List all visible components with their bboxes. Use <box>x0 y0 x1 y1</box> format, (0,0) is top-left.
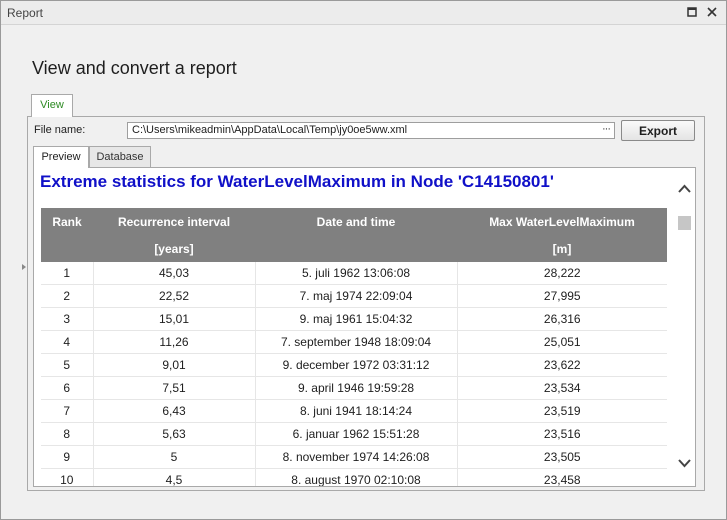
table-row: 6 7,51 9. april 1946 19:59:28 23,534 <box>41 376 667 400</box>
cell-max: 23,519 <box>456 399 667 423</box>
cell-recurrence: 5 <box>92 445 255 469</box>
cell-datetime: 5. juli 1962 13:06:08 <box>254 262 457 285</box>
table-row: 5 9,01 9. december 1972 03:31:12 23,622 <box>41 353 667 377</box>
cell-recurrence: 15,01 <box>92 307 255 331</box>
table-header-row: Rank Recurrence interval Date and time M… <box>41 208 667 235</box>
header-rank: Rank <box>41 208 93 235</box>
unit-recurrence: [years] <box>93 235 255 262</box>
cell-datetime: 8. november 1974 14:26:08 <box>254 445 457 469</box>
table-row: 1 45,03 5. juli 1962 13:06:08 28,222 <box>41 262 667 285</box>
unit-rank <box>41 235 93 262</box>
table-row: 3 15,01 9. maj 1961 15:04:32 26,316 <box>41 307 667 331</box>
page-title: View and convert a report <box>32 58 237 78</box>
cell-rank: 7 <box>41 399 93 423</box>
cell-recurrence: 6,43 <box>92 399 255 423</box>
unit-max: [m] <box>457 235 667 262</box>
cell-rank: 10 <box>41 468 93 486</box>
cell-recurrence: 11,26 <box>92 330 255 354</box>
cell-max: 23,534 <box>456 376 667 400</box>
cell-datetime: 7. maj 1974 22:09:04 <box>254 284 457 308</box>
tab-database[interactable]: Database <box>89 146 151 167</box>
tab-preview[interactable]: Preview <box>33 146 89 168</box>
cell-rank: 8 <box>41 422 93 446</box>
cell-datetime: 9. december 1972 03:31:12 <box>254 353 457 377</box>
report-title: Extreme statistics for WaterLevelMaximum… <box>40 172 554 191</box>
cell-max: 28,222 <box>456 262 667 285</box>
cell-datetime: 6. januar 1962 15:51:28 <box>254 422 457 446</box>
cell-max: 23,516 <box>456 422 667 446</box>
cell-rank: 9 <box>41 445 93 469</box>
table-row: 8 5,63 6. januar 1962 15:51:28 23,516 <box>41 422 667 446</box>
cell-rank: 1 <box>41 262 93 285</box>
cell-recurrence: 22,52 <box>92 284 255 308</box>
file-name-label: File name: <box>34 124 86 136</box>
cell-datetime: 7. september 1948 18:09:04 <box>254 330 457 354</box>
cell-recurrence: 9,01 <box>92 353 255 377</box>
cell-rank: 6 <box>41 376 93 400</box>
cell-max: 25,051 <box>456 330 667 354</box>
cell-rank: 5 <box>41 353 93 377</box>
cell-recurrence: 45,03 <box>92 262 255 285</box>
table-row: 9 5 8. november 1974 14:26:08 23,505 <box>41 445 667 469</box>
scrollbar-thumb[interactable] <box>678 216 691 230</box>
cell-datetime: 9. april 1946 19:59:28 <box>254 376 457 400</box>
cell-rank: 2 <box>41 284 93 308</box>
cell-max: 23,505 <box>456 445 667 469</box>
tab-view[interactable]: View <box>31 94 73 117</box>
cell-max: 23,458 <box>456 468 667 486</box>
cell-datetime: 8. juni 1941 18:14:24 <box>254 399 457 423</box>
table-row: 7 6,43 8. juni 1941 18:14:24 23,519 <box>41 399 667 423</box>
file-name-field[interactable] <box>127 122 615 139</box>
title-bar: Report <box>1 1 726 25</box>
cell-recurrence: 7,51 <box>92 376 255 400</box>
cell-rank: 3 <box>41 307 93 331</box>
unit-datetime <box>255 235 457 262</box>
table-row: 2 22,52 7. maj 1974 22:09:04 27,995 <box>41 284 667 308</box>
cell-rank: 4 <box>41 330 93 354</box>
cell-recurrence: 4,5 <box>92 468 255 486</box>
header-recurrence: Recurrence interval <box>93 208 255 235</box>
export-button[interactable]: Export <box>621 120 695 141</box>
header-datetime: Date and time <box>255 208 457 235</box>
collapse-arrow-icon[interactable] <box>22 264 26 270</box>
vertical-scrollbar[interactable] <box>676 178 693 478</box>
table-row: 10 4,5 8. august 1970 02:10:08 23,458 <box>41 468 667 486</box>
chevron-down-icon[interactable] <box>676 456 693 470</box>
cell-max: 26,316 <box>456 307 667 331</box>
window-title: Report <box>7 6 44 20</box>
table-row: 4 11,26 7. september 1948 18:09:04 25,051 <box>41 330 667 354</box>
preview-panel: Extreme statistics for WaterLevelMaximum… <box>33 167 696 487</box>
cell-recurrence: 5,63 <box>92 422 255 446</box>
table-unit-row: [years] [m] <box>41 235 667 262</box>
header-max: Max WaterLevelMaximum <box>457 208 667 235</box>
cell-max: 23,622 <box>456 353 667 377</box>
cell-datetime: 8. august 1970 02:10:08 <box>254 468 457 486</box>
cell-max: 27,995 <box>456 284 667 308</box>
close-icon[interactable] <box>705 5 719 19</box>
cell-datetime: 9. maj 1961 15:04:32 <box>254 307 457 331</box>
results-table: Rank Recurrence interval Date and time M… <box>41 208 667 486</box>
browse-button[interactable]: ··· <box>597 122 615 139</box>
restore-icon[interactable] <box>685 5 699 19</box>
chevron-up-icon[interactable] <box>676 182 693 196</box>
